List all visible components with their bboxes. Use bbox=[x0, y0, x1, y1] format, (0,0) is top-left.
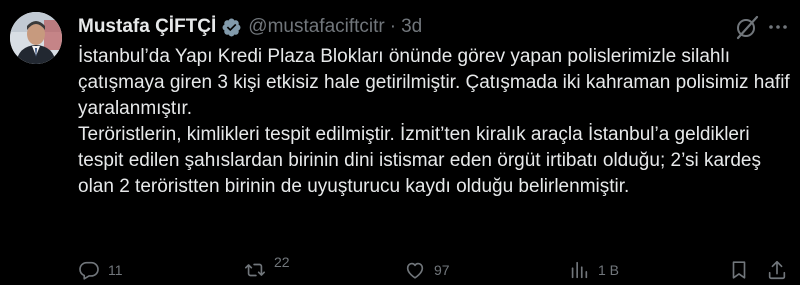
reply-count: 11 bbox=[108, 262, 123, 278]
bookmark-icon bbox=[732, 261, 746, 279]
avatar[interactable] bbox=[10, 12, 62, 64]
like-count: 97 bbox=[434, 262, 450, 278]
retweet-button[interactable]: 22 bbox=[244, 254, 290, 283]
author-name[interactable]: Mustafa ÇİFTÇİ bbox=[78, 16, 216, 38]
views-button[interactable]: 1 B bbox=[568, 257, 619, 283]
retweet-count: 22 bbox=[274, 254, 290, 270]
tweet-paragraph: Teröristlerin, kimlikleri tespit edilmiş… bbox=[78, 124, 761, 197]
more-ellipsis-icon[interactable] bbox=[766, 15, 790, 39]
reply-icon bbox=[79, 261, 99, 280]
share-icon bbox=[768, 260, 786, 280]
heart-icon bbox=[406, 262, 424, 279]
author-handle[interactable]: @mustafaciftcitr bbox=[248, 16, 384, 38]
header-separator: · bbox=[389, 16, 397, 37]
action-bar: 11 22 97 1 B bbox=[78, 254, 790, 283]
verified-badge-icon[interactable] bbox=[221, 17, 242, 38]
tweet-timestamp[interactable]: 3d bbox=[401, 16, 422, 38]
tweet-card[interactable]: Mustafa ÇİFTÇİ @mustafaciftcitr · 3d İst… bbox=[0, 0, 800, 285]
like-button[interactable]: 97 bbox=[404, 257, 450, 283]
tweet-text: İstanbul’da Yapı Kredi Plaza Blokları ön… bbox=[78, 44, 793, 200]
views-count: 1 B bbox=[598, 262, 620, 278]
retweet-icon bbox=[245, 263, 265, 277]
grok-slash-icon[interactable] bbox=[734, 14, 760, 40]
tweet-paragraph: İstanbul’da Yapı Kredi Plaza Blokları ön… bbox=[78, 46, 790, 119]
share-button[interactable] bbox=[766, 257, 788, 283]
tweet-header: Mustafa ÇİFTÇİ @mustafaciftcitr · 3d bbox=[78, 14, 787, 40]
analytics-icon bbox=[571, 261, 588, 279]
reply-button[interactable]: 11 bbox=[78, 257, 123, 283]
bookmark-button[interactable] bbox=[728, 257, 750, 283]
avatar-image bbox=[10, 12, 62, 64]
